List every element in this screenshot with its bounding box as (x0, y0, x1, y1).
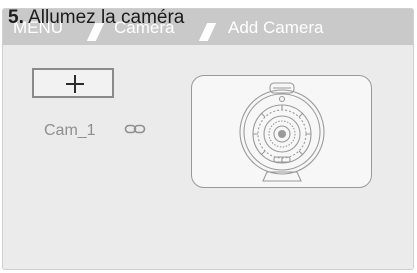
step-text: Allumez la caméra (28, 7, 185, 28)
camera-name: Cam_1 (44, 122, 96, 139)
step-heading: 5. Allumez la caméra (8, 5, 184, 33)
breadcrumb-item-add-camera: Add Camera (228, 18, 324, 37)
app-panel: MENU Camera Add Camera Cam_1 (2, 8, 414, 270)
add-camera-button[interactable] (32, 68, 114, 98)
plus-icon (66, 75, 84, 93)
breadcrumb-separator (198, 23, 217, 41)
link-icon[interactable] (124, 122, 146, 136)
camera-device-icon (239, 82, 325, 182)
step-number: 5. (8, 7, 24, 28)
camera-preview-card[interactable] (191, 75, 372, 188)
